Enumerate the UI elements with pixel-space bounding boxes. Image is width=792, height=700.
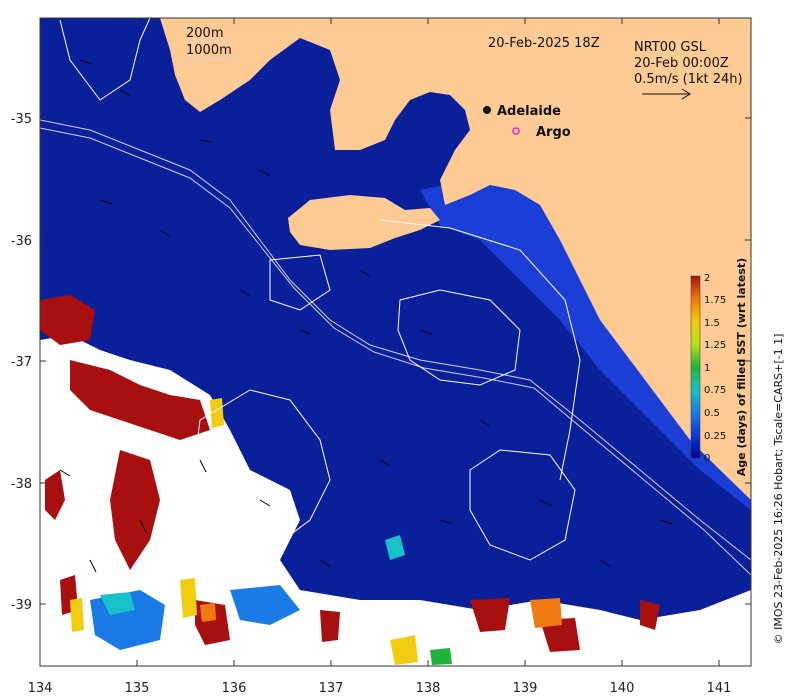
credit-line: © IMOS 23-Feb-2025 16:26 Hobart; Tscale=… (772, 334, 785, 645)
velocity-scale: 0.5m/s (1kt 24h) (634, 72, 743, 87)
colorbar-tick-0-75: 0.75 (704, 385, 726, 396)
lon-tick-135: 135 (125, 681, 150, 696)
lon-tick-140: 140 (610, 681, 635, 696)
lat-tick-minus38: -38 (11, 477, 32, 492)
colorbar (690, 275, 701, 459)
sst-age-map: 134 135 136 137 138 139 140 141 -35 -36 … (11, 17, 785, 696)
product-time: 20-Feb 00:00Z (634, 56, 729, 71)
colorbar-tick-1: 1 (704, 363, 710, 374)
colorbar-tick-1-25: 1.25 (704, 340, 726, 351)
lat-tick-minus35: -35 (11, 112, 32, 127)
colorbar-tick-0-5: 0.5 (704, 408, 720, 419)
lat-tick-minus36: -36 (11, 234, 32, 249)
colorbar-tick-2: 2 (704, 273, 710, 284)
lon-tick-138: 138 (416, 681, 441, 696)
contour-legend-200m: 200m (186, 26, 223, 41)
argo-label: Argo (536, 125, 571, 140)
lat-tick-minus39: -39 (11, 598, 32, 613)
lon-tick-139: 139 (513, 681, 538, 696)
lon-tick-134: 134 (28, 681, 53, 696)
adelaide-marker (483, 106, 491, 114)
colorbar-tick-0-25: 0.25 (704, 431, 726, 442)
lon-tick-136: 136 (222, 681, 247, 696)
contour-legend-1000m: 1000m (186, 43, 232, 58)
colorbar-tick-1-5: 1.5 (704, 318, 720, 329)
lon-tick-141: 141 (707, 681, 732, 696)
colorbar-tick-0: 0 (704, 453, 710, 464)
product-name: NRT00 GSL (634, 40, 707, 55)
colorbar-title: Age (days) of filled SST (wrt latest) (735, 258, 748, 476)
lat-tick-minus37: -37 (11, 355, 32, 370)
adelaide-label: Adelaide (497, 104, 561, 119)
map-timestamp: 20-Feb-2025 18Z (488, 36, 600, 51)
colorbar-tick-1-75: 1.75 (704, 295, 726, 306)
lon-tick-137: 137 (319, 681, 344, 696)
